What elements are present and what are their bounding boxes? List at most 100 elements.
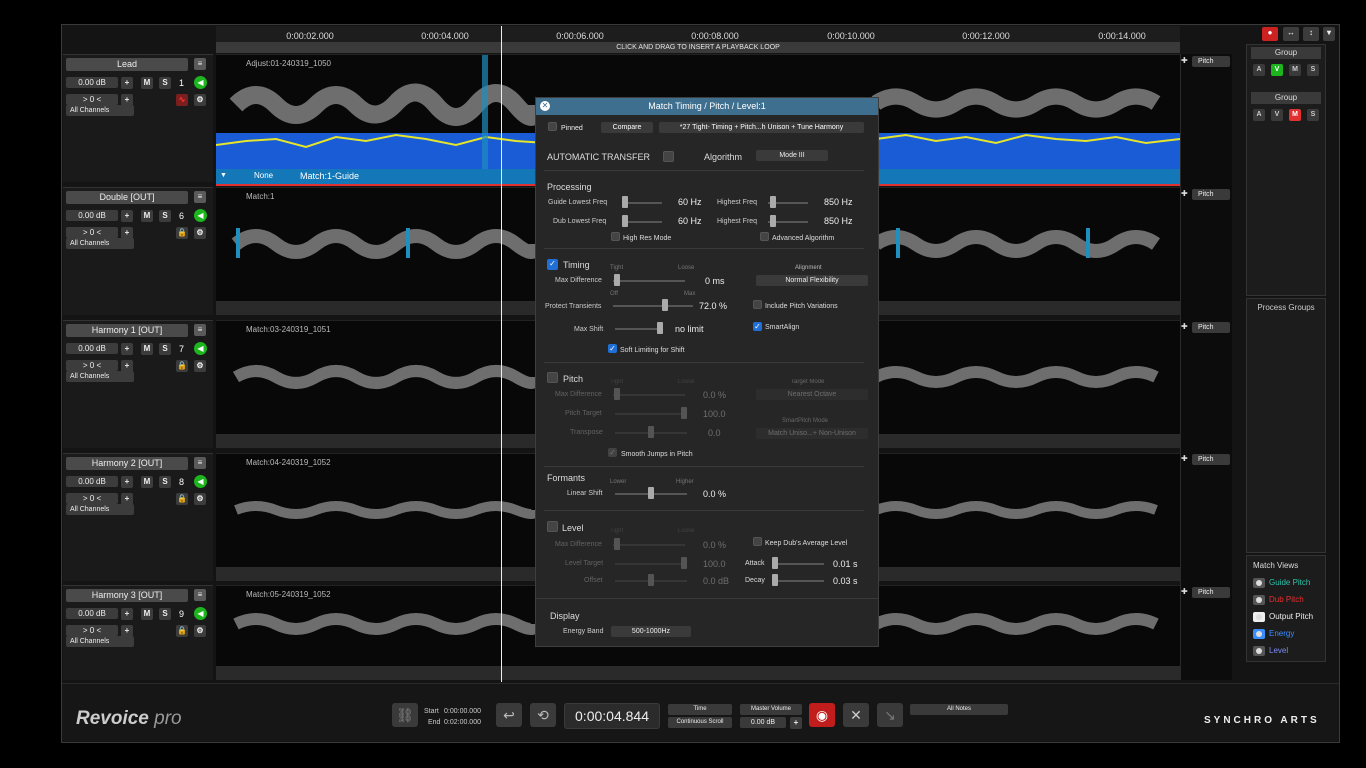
track-name[interactable]: Harmony 3 [OUT] [66, 589, 188, 602]
gain-value[interactable]: 0.00 dB [66, 77, 118, 88]
gear-icon[interactable]: ⚙ [194, 360, 206, 372]
track-name[interactable]: Lead [66, 58, 188, 71]
speaker-icon[interactable]: ◀ [194, 342, 207, 355]
match-view-output[interactable]: Output Pitch [1253, 612, 1313, 622]
solo-button[interactable]: S [159, 210, 171, 222]
slider-knob[interactable] [770, 215, 776, 227]
eye-icon[interactable] [1253, 612, 1265, 622]
group-m-button[interactable]: M [1289, 64, 1301, 76]
eye-icon[interactable] [1253, 629, 1265, 639]
pan-value[interactable]: > 0 < [66, 227, 118, 238]
menu-icon[interactable]: ≡ [194, 191, 206, 203]
menu-icon[interactable]: ≡ [194, 457, 206, 469]
level-checkbox[interactable] [547, 521, 558, 532]
pitch-select[interactable]: Pitch [1192, 587, 1230, 598]
match-view-guide[interactable]: Guide Pitch [1253, 578, 1310, 588]
timeline-ruler[interactable]: 0:00:02.000 0:00:04.000 0:00:06.000 0:00… [216, 26, 1180, 42]
speaker-icon[interactable]: ◀ [194, 475, 207, 488]
add-button[interactable]: + [121, 343, 133, 355]
smartalign-checkbox[interactable]: ✓ [753, 322, 762, 331]
dub-low-slider[interactable] [622, 221, 662, 223]
link-icon[interactable]: ⛓ [392, 703, 418, 727]
add-button[interactable]: + [121, 476, 133, 488]
keep-avg-checkbox[interactable] [753, 537, 762, 546]
pan-value[interactable]: > 0 < [66, 94, 118, 105]
speaker-icon[interactable]: ◀ [194, 209, 207, 222]
mute-button[interactable]: M [141, 210, 153, 222]
slider-knob[interactable] [772, 574, 778, 586]
timing-max-diff-slider[interactable] [613, 280, 685, 282]
smooth-checkbox[interactable]: ✓ [608, 448, 617, 457]
advanced-checkbox[interactable] [760, 232, 769, 241]
add-button[interactable]: + [121, 608, 133, 620]
add-button[interactable]: + [121, 77, 133, 89]
gain-value[interactable]: 0.00 dB [66, 476, 118, 487]
pitch-select[interactable]: Pitch [1192, 189, 1230, 200]
slider-knob[interactable] [648, 487, 654, 499]
smartpitch-select[interactable]: Match Uniso...+ Non-Unison [756, 428, 868, 439]
slider-knob[interactable] [662, 299, 668, 311]
channels-select[interactable]: All Channels [66, 504, 134, 515]
energy-band-select[interactable]: 500-1000Hz [611, 626, 691, 637]
lock-icon[interactable]: 🔒 [176, 493, 188, 505]
mute-button[interactable]: M [141, 343, 153, 355]
vertical-zoom-icon[interactable]: ↕ [1303, 27, 1319, 41]
level-max-diff-slider[interactable] [613, 544, 685, 546]
eye-icon[interactable] [1253, 595, 1265, 605]
slider-knob[interactable] [648, 574, 654, 586]
solo-button[interactable]: S [159, 476, 171, 488]
group-s-button[interactable]: S [1307, 109, 1319, 121]
mute-button[interactable]: M [141, 608, 153, 620]
speaker-icon[interactable]: ◀ [194, 76, 207, 89]
pan-value[interactable]: > 0 < [66, 360, 118, 371]
gain-value[interactable]: 0.00 dB [66, 210, 118, 221]
playhead[interactable] [501, 26, 502, 682]
notes-select[interactable]: All Notes [910, 704, 1008, 715]
channels-select[interactable]: All Channels [66, 238, 134, 249]
return-icon[interactable]: ↩ [496, 703, 522, 727]
mute-button[interactable]: M [141, 476, 153, 488]
pitch-select[interactable]: Pitch [1192, 56, 1230, 67]
menu-icon[interactable]: ≡ [194, 58, 206, 70]
compare-select[interactable]: Compare [601, 122, 653, 133]
pinned-checkbox[interactable] [548, 122, 557, 131]
alignment-select[interactable]: Normal Flexibility [756, 275, 868, 286]
level-target-slider[interactable] [615, 563, 687, 565]
preset-select[interactable]: *27 Tight- Timing + Pitch...h Unison + T… [659, 122, 864, 133]
solo-button[interactable]: S [159, 77, 171, 89]
gear-icon[interactable]: ⚙ [194, 94, 206, 106]
eye-icon[interactable] [1253, 578, 1265, 588]
lock-icon[interactable]: 🔒 [176, 625, 188, 637]
add-button[interactable]: + [790, 717, 802, 729]
include-pitch-checkbox[interactable] [753, 300, 762, 309]
pin-icon[interactable]: ✚ [1181, 454, 1190, 463]
gear-icon[interactable]: ⚙ [194, 227, 206, 239]
guide-low-slider[interactable] [622, 202, 662, 204]
pitch-select[interactable]: Pitch [1192, 454, 1230, 465]
pin-icon[interactable]: ✚ [1181, 587, 1190, 596]
attack-slider[interactable] [772, 563, 824, 565]
slider-knob[interactable] [657, 322, 663, 334]
lock-icon[interactable]: 🔒 [176, 227, 188, 239]
mute-button[interactable]: M [141, 77, 153, 89]
speaker-icon[interactable]: ◀ [194, 607, 207, 620]
lane-scroll[interactable] [216, 666, 1180, 680]
group-s-button[interactable]: S [1307, 64, 1319, 76]
high-res-checkbox[interactable] [611, 232, 620, 241]
gear-icon[interactable]: ⚙ [194, 625, 206, 637]
pan-value[interactable]: > 0 < [66, 625, 118, 636]
match-view-dub[interactable]: Dub Pitch [1253, 595, 1304, 605]
pitch-checkbox[interactable] [547, 372, 558, 383]
pitch-target-slider[interactable] [615, 413, 687, 415]
slider-knob[interactable] [681, 557, 687, 569]
master-volume-select[interactable]: Master Volume [740, 704, 802, 715]
match-view-energy[interactable]: Energy [1253, 629, 1294, 639]
pan-value[interactable]: > 0 < [66, 493, 118, 504]
group-a-button[interactable]: A [1253, 109, 1265, 121]
track-name[interactable]: Harmony 2 [OUT] [66, 457, 188, 470]
channels-select[interactable]: All Channels [66, 371, 134, 382]
close-icon[interactable]: ✕ [540, 101, 550, 111]
menu-icon[interactable]: ≡ [194, 589, 206, 601]
master-volume-value[interactable]: 0.00 dB [740, 717, 786, 728]
horizontal-zoom-icon[interactable]: ↔ [1283, 27, 1299, 41]
